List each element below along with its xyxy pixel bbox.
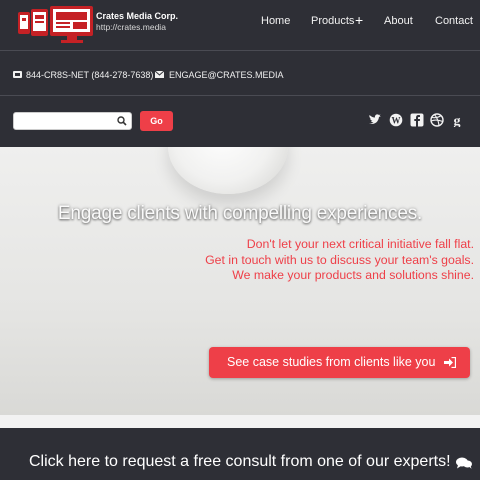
brand-name: Crates Media Corp. bbox=[96, 11, 179, 21]
contact-phone[interactable]: 844-CR8S-NET (844-278-7638) bbox=[26, 70, 153, 80]
nav-about[interactable]: About bbox=[384, 15, 413, 27]
hero-tagline-line-3: We make your products and solutions shin… bbox=[232, 268, 474, 282]
sign-in-icon bbox=[444, 357, 456, 368]
monitor-devices-logo[interactable] bbox=[17, 6, 93, 44]
dribbble-icon[interactable] bbox=[430, 113, 444, 127]
search-input[interactable] bbox=[18, 115, 118, 129]
hero-background-image bbox=[168, 147, 288, 194]
nav-contact[interactable]: Contact bbox=[435, 15, 473, 27]
consult-link[interactable]: Click here to request a free consult fro… bbox=[29, 453, 472, 471]
header: Crates Media Corp. http://crates.media H… bbox=[0, 0, 480, 147]
section-gap bbox=[0, 415, 480, 428]
case-studies-button[interactable]: See case studies from clients like you bbox=[209, 347, 470, 378]
svg-text:g: g bbox=[454, 114, 461, 127]
svg-text:W: W bbox=[392, 116, 401, 126]
facebook-icon[interactable] bbox=[410, 113, 424, 127]
consult-label: Click here to request a free consult fro… bbox=[29, 453, 451, 470]
phone-icon bbox=[13, 71, 22, 78]
hero-headline: Engage clients with compelling experienc… bbox=[57, 203, 423, 224]
search-box[interactable] bbox=[13, 112, 132, 130]
envelope-icon bbox=[155, 71, 164, 78]
go-button[interactable]: Go bbox=[140, 111, 173, 131]
twitter-icon[interactable] bbox=[368, 113, 382, 127]
plus-icon[interactable]: + bbox=[355, 12, 363, 28]
hero-tagline-line-1: Don't let your next critical initiative … bbox=[246, 237, 474, 251]
consult-banner[interactable]: Click here to request a free consult fro… bbox=[0, 428, 480, 480]
wordpress-icon[interactable]: W bbox=[389, 113, 403, 127]
contact-email[interactable]: ENGAGE@CRATES.MEDIA bbox=[169, 70, 284, 80]
nav-products[interactable]: Products bbox=[311, 15, 354, 27]
google-icon[interactable]: g bbox=[450, 113, 464, 129]
divider bbox=[0, 95, 480, 96]
case-studies-label: See case studies from clients like you bbox=[227, 355, 436, 369]
comments-icon bbox=[455, 457, 472, 469]
brand-url: http://crates.media bbox=[96, 22, 166, 32]
hero-section: Engage clients with compelling experienc… bbox=[0, 147, 480, 415]
hero-tagline-line-2: Get in touch with us to discuss your tea… bbox=[205, 253, 474, 267]
divider bbox=[0, 50, 480, 51]
search-icon[interactable] bbox=[117, 116, 127, 126]
nav-home[interactable]: Home bbox=[261, 15, 290, 27]
brand[interactable]: Crates Media Corp. http://crates.media bbox=[96, 11, 178, 33]
